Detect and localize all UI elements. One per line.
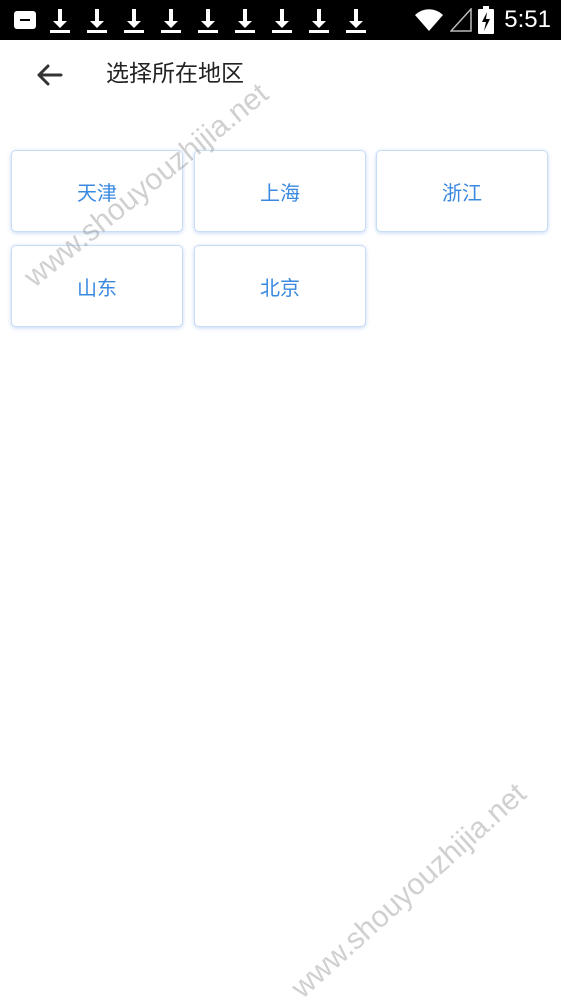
page-title: 选择所在地区	[106, 61, 244, 87]
download-icon	[84, 7, 110, 33]
region-button-zhejiang[interactable]: 浙江	[376, 150, 548, 232]
wifi-icon	[415, 9, 444, 32]
arrow-left-icon	[37, 64, 63, 86]
download-icon	[306, 7, 332, 33]
download-icon	[195, 7, 221, 33]
watermark: www.shouyouzhijia.net	[285, 776, 533, 1005]
download-icon	[158, 7, 184, 33]
cellular-signal-icon	[450, 8, 473, 32]
system-icons: 5:51	[414, 4, 551, 36]
notification-icon	[14, 11, 36, 29]
region-button-shanghai[interactable]: 上海	[194, 150, 366, 232]
status-bar: 5:51	[0, 0, 561, 40]
back-button[interactable]	[26, 52, 72, 98]
region-button-beijing[interactable]: 北京	[194, 245, 366, 327]
notification-area	[14, 7, 369, 33]
region-button-tianjin[interactable]: 天津	[11, 150, 183, 232]
download-icon	[343, 7, 369, 33]
app-bar: 选择所在地区	[0, 40, 561, 110]
download-icon	[232, 7, 258, 33]
download-icon	[121, 7, 147, 33]
download-icon	[47, 7, 73, 33]
clock: 5:51	[504, 6, 551, 33]
region-button-shandong[interactable]: 山东	[11, 245, 183, 327]
battery-charging-icon	[478, 6, 495, 34]
download-icon	[269, 7, 295, 33]
